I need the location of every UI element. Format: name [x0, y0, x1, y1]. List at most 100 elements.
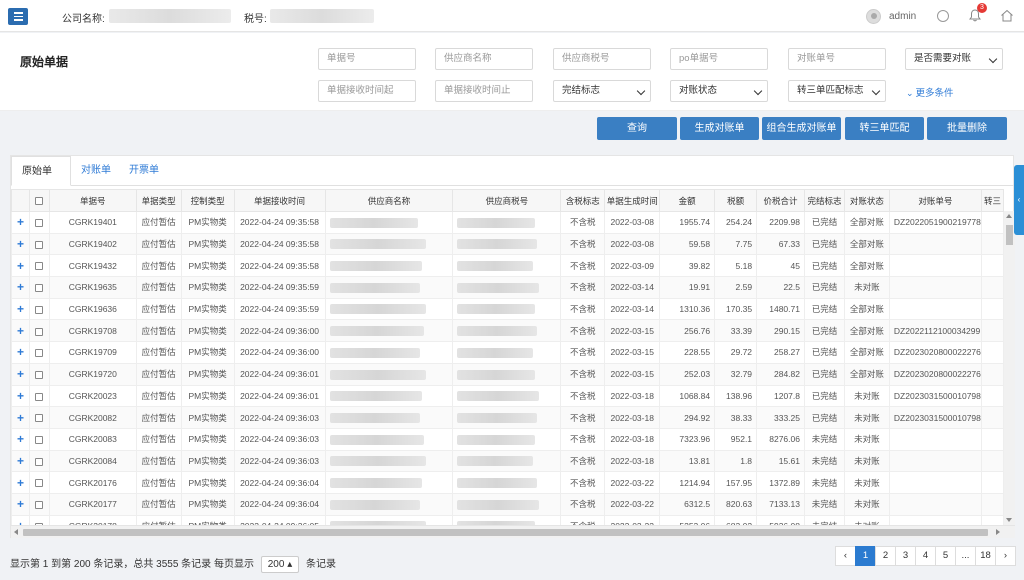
scroll-left-icon[interactable]: [14, 529, 18, 535]
col-doc-type[interactable]: 单据类型: [135, 189, 182, 212]
col-recv-time[interactable]: 单据接收时间: [233, 189, 326, 212]
row-checkbox[interactable]: [28, 232, 50, 256]
plus-icon[interactable]: +: [17, 476, 24, 490]
scroll-thumb[interactable]: [23, 529, 988, 536]
scroll-up-icon[interactable]: [1006, 214, 1012, 218]
expand-row-button[interactable]: +: [11, 341, 30, 364]
col-recon-status[interactable]: 对账状态: [843, 189, 890, 212]
plus-icon[interactable]: +: [17, 237, 24, 251]
po-no-input[interactable]: po单据号: [670, 48, 768, 70]
plus-icon[interactable]: +: [17, 259, 24, 273]
plus-icon[interactable]: +: [17, 411, 24, 425]
tab-recon[interactable]: 对账单: [71, 156, 121, 186]
table-row[interactable]: + CGRK19401 应付暂估 PM实物类 2022-04-24 09:35:58 不含…: [11, 211, 1004, 234]
row-checkbox[interactable]: [28, 406, 50, 429]
expand-row-button[interactable]: +: [11, 319, 30, 343]
row-checkbox[interactable]: [28, 492, 50, 516]
col-complete[interactable]: 完结标志: [803, 189, 845, 212]
table-row[interactable]: + CGRK20083 应付暂估 PM实物类 2022-04-24 09:36:03 不含…: [11, 427, 1004, 451]
row-checkbox[interactable]: [28, 319, 50, 343]
avatar[interactable]: [866, 9, 881, 24]
vertical-scrollbar[interactable]: [1004, 211, 1015, 525]
query-button[interactable]: 查询: [597, 117, 677, 140]
table-row[interactable]: + CGRK20178应付暂估PM实物类2022-04-24 09:36:05 不含…: [11, 514, 1004, 525]
expand-row-button[interactable]: +: [11, 276, 30, 299]
page-button[interactable]: ...: [955, 546, 976, 566]
page-button[interactable]: 1: [855, 546, 876, 566]
table-row[interactable]: + CGRK19720 应付暂估 PM实物类 2022-04-24 09:36:01 不含…: [11, 362, 1004, 386]
table-row[interactable]: + CGRK19709 应付暂估 PM实物类 2022-04-24 09:36:00 不含…: [11, 341, 1004, 364]
menu-icon[interactable]: [8, 8, 28, 25]
scroll-down-icon[interactable]: [1006, 518, 1012, 522]
expand-row-button[interactable]: +: [11, 384, 30, 408]
more-conditions-link[interactable]: ⌄ 更多条件: [906, 85, 954, 99]
row-checkbox[interactable]: [28, 211, 50, 234]
plus-icon[interactable]: +: [17, 324, 24, 338]
row-checkbox[interactable]: [28, 449, 50, 473]
row-checkbox[interactable]: [28, 427, 50, 451]
col-doc-no[interactable]: 单据号: [48, 189, 137, 212]
horizontal-scrollbar[interactable]: [11, 525, 1015, 538]
recv-to-input[interactable]: 单据接收时间止: [435, 80, 533, 102]
table-row[interactable]: + CGRK19708 应付暂估 PM实物类 2022-04-24 09:36:00 不含…: [11, 319, 1004, 343]
table-row[interactable]: + CGRK20177 应付暂估 PM实物类 2022-04-24 09:36:04 不含…: [11, 492, 1004, 516]
page-button[interactable]: 5: [935, 546, 956, 566]
table-row[interactable]: + CGRK19402 应付暂估 PM实物类 2022-04-24 09:35:58 不含…: [11, 232, 1004, 256]
row-checkbox[interactable]: [28, 341, 50, 364]
expand-row-button[interactable]: +: [11, 211, 30, 234]
tab-original-docs[interactable]: 原始单据: [11, 156, 71, 206]
expand-row-button[interactable]: +: [11, 427, 30, 451]
row-checkbox[interactable]: [28, 514, 50, 525]
page-button[interactable]: 4: [915, 546, 936, 566]
row-checkbox[interactable]: [28, 254, 50, 278]
combine-recon-button[interactable]: 组合生成对账单: [762, 117, 841, 140]
col-supplier-tax[interactable]: 供应商税号: [452, 189, 562, 212]
plus-icon[interactable]: +: [17, 345, 24, 359]
side-panel-handle[interactable]: ‹: [1014, 165, 1024, 235]
plus-icon[interactable]: +: [17, 497, 24, 511]
expand-row-button[interactable]: +: [11, 471, 30, 494]
recon-status-select[interactable]: 对账状态: [670, 80, 768, 102]
row-checkbox[interactable]: [28, 276, 50, 299]
expand-row-button[interactable]: +: [11, 297, 30, 321]
match-flag-select[interactable]: 转三单匹配标志: [788, 80, 886, 102]
plus-icon[interactable]: +: [17, 454, 24, 468]
table-row[interactable]: + CGRK19635 应付暂估 PM实物类 2022-04-24 09:35:59 不含…: [11, 276, 1004, 299]
col-total[interactable]: 价税合计: [756, 189, 805, 212]
complete-flag-select[interactable]: 完结标志: [553, 80, 651, 102]
page-button[interactable]: 3: [895, 546, 916, 566]
table-row[interactable]: + CGRK19636 应付暂估 PM实物类 2022-04-24 09:35:59 不含…: [11, 297, 1004, 321]
row-checkbox[interactable]: [28, 471, 50, 494]
circle-icon[interactable]: [937, 10, 949, 22]
plus-icon[interactable]: +: [17, 389, 24, 403]
col-control-type[interactable]: 控制类型: [180, 189, 235, 212]
expand-row-button[interactable]: +: [11, 254, 30, 278]
supplier-tax-input[interactable]: 供应商税号: [553, 48, 651, 70]
col-supplier-name[interactable]: 供应商名称: [324, 189, 454, 212]
col-tax[interactable]: 税额: [714, 189, 758, 212]
page-size-select[interactable]: 200 ▴: [260, 556, 300, 573]
row-checkbox[interactable]: [28, 384, 50, 408]
scroll-thumb[interactable]: [1006, 225, 1013, 245]
table-row[interactable]: + CGRK19432 应付暂估 PM实物类 2022-04-24 09:35:58 不含…: [11, 254, 1004, 278]
table-row[interactable]: + CGRK20023 应付暂估 PM实物类 2022-04-24 09:36:01 不含…: [11, 384, 1004, 408]
table-row[interactable]: + CGRK20176 应付暂估 PM实物类 2022-04-24 09:36:04 不含…: [11, 471, 1004, 494]
table-row[interactable]: + CGRK20082 应付暂估 PM实物类 2022-04-24 09:36:03 不含…: [11, 406, 1004, 429]
expand-row-button[interactable]: +: [11, 232, 30, 256]
row-checkbox[interactable]: [28, 362, 50, 386]
recv-from-input[interactable]: 单据接收时间起: [318, 80, 416, 102]
next-page-button[interactable]: ›: [995, 546, 1016, 566]
three-way-match-button[interactable]: 转三单匹配: [845, 117, 924, 140]
col-recon-no[interactable]: 对账单号: [888, 189, 982, 212]
need-recon-select[interactable]: 是否需要对账: [905, 48, 1003, 70]
scroll-right-icon[interactable]: [996, 529, 1000, 535]
page-button[interactable]: 2: [875, 546, 896, 566]
plus-icon[interactable]: +: [17, 302, 24, 316]
batch-delete-button[interactable]: 批量删除: [927, 117, 1007, 140]
expand-row-button[interactable]: +: [11, 492, 30, 516]
plus-icon[interactable]: +: [17, 215, 24, 229]
expand-row-button[interactable]: +: [11, 362, 30, 386]
recon-no-input[interactable]: 对账单号: [788, 48, 886, 70]
user-name[interactable]: admin: [889, 11, 916, 22]
plus-icon[interactable]: +: [17, 432, 24, 446]
